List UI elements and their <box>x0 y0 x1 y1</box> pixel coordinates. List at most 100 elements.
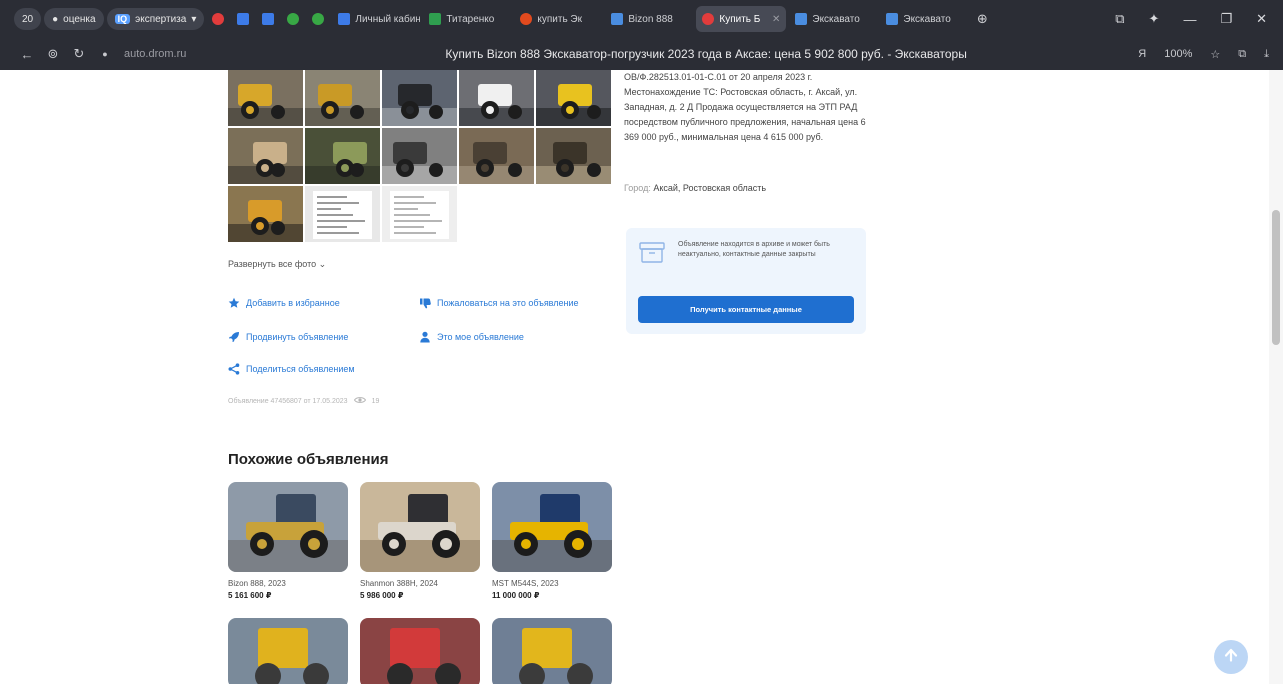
reader-icon[interactable]: Я <box>1138 48 1146 60</box>
gallery-photo[interactable] <box>536 70 611 126</box>
similar-listing-photo[interactable] <box>360 482 480 572</box>
page-scrollbar[interactable] <box>1269 70 1283 684</box>
similar-listing-price: 5 161 600 ₽ <box>228 591 272 600</box>
translate-icon[interactable]: ⧉ <box>1238 48 1246 61</box>
scroll-to-top-button[interactable] <box>1214 640 1248 674</box>
complain-label: Пожаловаться на это объявление <box>437 298 579 308</box>
star-icon <box>228 297 240 309</box>
tab-excavator-2[interactable]: Экскавато <box>880 6 968 32</box>
home-icon[interactable]: ⊚ <box>40 46 66 62</box>
tab-buy-ek[interactable]: купить Эк <box>514 6 602 32</box>
account-label: оценка <box>63 13 96 25</box>
add-favorite-link[interactable]: Добавить в избранное <box>228 297 340 309</box>
tab-pinned-2[interactable] <box>232 6 254 32</box>
tab-counter[interactable]: 20 <box>14 8 42 30</box>
similar-listing-photo[interactable] <box>492 618 612 684</box>
similar-listing-card[interactable] <box>228 618 348 684</box>
tab-active[interactable]: Купить Б ✕ <box>696 6 787 32</box>
gallery-photo[interactable] <box>382 186 457 242</box>
tab-excavator-1[interactable]: Экскавато <box>789 6 877 32</box>
similar-listing-card[interactable]: Shanmon 388H, 2024 5 986 000 ₽ <box>360 482 480 600</box>
new-tab-button[interactable]: ⊕ <box>971 6 993 32</box>
listing-description: ОВ/Ф.282513.01-01-С.01 от 20 апреля 2023… <box>624 72 866 142</box>
similar-listing-name[interactable]: Bizon 888, 2023 <box>228 579 348 588</box>
gallery-photo[interactable] <box>305 186 380 242</box>
address-bar: ← ⊚ ↻ ● auto.drom.ru Купить Bizon 888 Эк… <box>0 38 1283 70</box>
gallery-photo[interactable] <box>228 128 303 184</box>
tab-pinned-1[interactable] <box>207 6 229 32</box>
tab-pinned-3[interactable] <box>257 6 279 32</box>
gallery-photo[interactable] <box>382 70 457 126</box>
extensions-icon[interactable]: ✦ <box>1149 11 1160 27</box>
tab-titarenko[interactable]: Титаренко <box>423 6 511 32</box>
tab-pinned-5[interactable] <box>307 6 329 32</box>
site-favicon-icon <box>338 13 351 25</box>
plus-icon: ⊕ <box>976 11 988 26</box>
tab-pinned-4[interactable] <box>282 6 304 32</box>
search-favicon-icon <box>287 13 300 25</box>
gallery-photo[interactable] <box>305 70 380 126</box>
gallery-photo[interactable] <box>459 128 534 184</box>
similar-listing-photo[interactable] <box>228 618 348 684</box>
similar-listing-photo[interactable] <box>228 482 348 572</box>
archive-notice: Объявление находится в архиве и может бы… <box>626 228 866 334</box>
gallery-photo[interactable] <box>382 128 457 184</box>
similar-listing-card[interactable]: Bizon 888, 2023 5 161 600 ₽ <box>228 482 348 600</box>
account-switcher[interactable]: ● оценка <box>44 8 104 30</box>
similar-listing-name[interactable]: Shanmon 388H, 2024 <box>360 579 480 588</box>
arrow-up-icon <box>1223 647 1239 668</box>
site-favicon-icon <box>212 13 225 25</box>
site-favicon-icon <box>611 13 624 25</box>
tab-bizon[interactable]: Bizon 888 <box>605 6 693 32</box>
tab-label: Титаренко <box>446 13 495 25</box>
site-favicon-icon <box>886 13 899 25</box>
page-title: Купить Bizon 888 Экскаватор-погрузчик 20… <box>445 47 967 61</box>
tabs-overview-icon[interactable]: ⧉ <box>1115 11 1124 27</box>
reload-icon[interactable]: ↻ <box>66 46 92 62</box>
tab-label: Экскавато <box>812 13 860 25</box>
complain-link[interactable]: Пожаловаться на это объявление <box>419 297 579 309</box>
scrollbar-thumb[interactable] <box>1272 210 1280 345</box>
gallery-photo[interactable] <box>305 128 380 184</box>
share-link[interactable]: Поделиться объявлением <box>228 363 355 375</box>
similar-listings-title: Похожие объявления <box>228 451 389 468</box>
minimize-icon[interactable]: — <box>1183 12 1196 27</box>
similar-listing-card[interactable] <box>492 618 612 684</box>
similar-listing-photo[interactable] <box>360 618 480 684</box>
profile-switcher[interactable]: IQ экспертиза ▾ <box>106 8 205 30</box>
city-value: Аксай, Ростовская область <box>653 183 767 193</box>
back-arrow-icon[interactable]: ← <box>14 47 40 62</box>
similar-listing-name[interactable]: MST M544S, 2023 <box>492 579 612 588</box>
download-icon[interactable]: ⤓ <box>1264 48 1269 61</box>
share-icon <box>228 363 240 375</box>
gallery-photo[interactable] <box>536 128 611 184</box>
page-content: Развернуть все фото ⌄ Добавить в избранн… <box>0 70 1283 684</box>
expand-photos-label: Развернуть все фото <box>228 259 317 269</box>
get-contacts-button[interactable]: Получить контактные данные <box>638 296 854 323</box>
maximize-icon[interactable]: ❐ <box>1220 11 1232 27</box>
window-controls: ⧉ ✦ — ❐ ✕ <box>1115 11 1283 27</box>
promote-link[interactable]: Продвинуть объявление <box>228 331 348 343</box>
close-icon[interactable]: ✕ <box>772 14 780 25</box>
expand-photos-link[interactable]: Развернуть все фото ⌄ <box>228 259 326 270</box>
similar-listing-card[interactable]: MST M544S, 2023 11 000 000 ₽ <box>492 482 612 600</box>
gallery-photo[interactable] <box>228 186 303 242</box>
tab-label: Bizon 888 <box>628 13 673 25</box>
zoom-level[interactable]: 100% <box>1164 48 1192 60</box>
listing-meta: Объявление 47456807 от 17.05.2023 19 <box>228 396 379 406</box>
url-field[interactable]: auto.drom.ru <box>124 48 274 60</box>
bookmark-icon[interactable]: ☆ <box>1210 48 1220 61</box>
close-window-icon[interactable]: ✕ <box>1256 11 1267 27</box>
site-favicon-icon <box>520 13 533 25</box>
gallery-photo[interactable] <box>459 70 534 126</box>
browser-tab-bar: 20 ● оценка IQ экспертиза ▾ Личный кабин… <box>0 0 1283 38</box>
gallery-photo[interactable] <box>228 70 303 126</box>
thumb-down-icon <box>419 297 431 309</box>
tab-cabinet[interactable]: Личный кабинет <box>332 6 420 32</box>
similar-listing-card[interactable] <box>360 618 480 684</box>
similar-listing-photo[interactable] <box>492 482 612 572</box>
my-listing-link[interactable]: Это мое объявление <box>419 331 524 343</box>
site-favicon-icon <box>795 13 808 25</box>
chevron-down-icon: ⌄ <box>318 259 327 269</box>
view-count: 19 <box>371 397 380 405</box>
